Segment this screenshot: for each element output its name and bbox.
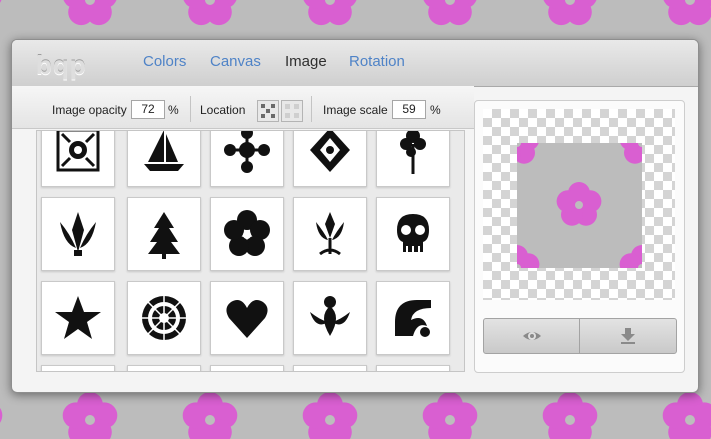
location-label: Location: [200, 103, 246, 117]
location-tile-button[interactable]: [281, 100, 303, 122]
download-icon: [621, 328, 635, 344]
image-tile[interactable]: [41, 131, 115, 187]
image-tile[interactable]: [127, 281, 201, 355]
pine-tree-icon: [148, 212, 180, 259]
eye-icon: [523, 332, 541, 340]
tab-canvas[interactable]: Canvas: [210, 53, 261, 70]
flower-icon: [224, 210, 270, 256]
image-tile[interactable]: [376, 281, 450, 355]
tab-image[interactable]: Image: [285, 53, 327, 70]
tile-pattern-icon: [285, 104, 299, 118]
snowflake-ornament-icon: [224, 131, 270, 173]
scale-label: Image scale: [323, 103, 388, 117]
preview-panel: [474, 100, 685, 373]
image-tile[interactable]: [376, 131, 450, 187]
tree-silhouette-icon: [400, 131, 426, 174]
opacity-unit: %: [168, 103, 179, 117]
image-tile[interactable]: [293, 365, 367, 371]
image-controls-bar: Image opacity 72 % Location Image scale …: [12, 86, 474, 129]
image-tile[interactable]: [127, 197, 201, 271]
grid-pattern-icon: [261, 104, 275, 118]
location-grid-button[interactable]: [257, 100, 279, 122]
scale-input[interactable]: 59: [392, 100, 426, 119]
image-tile[interactable]: [210, 281, 284, 355]
image-grid: [36, 130, 465, 372]
preview-canvas: [483, 109, 675, 300]
mandala-icon: [142, 296, 186, 340]
divider: [190, 96, 191, 122]
star-icon: [55, 296, 101, 339]
image-tile[interactable]: [376, 365, 450, 371]
preview-pattern: [517, 143, 642, 268]
heart-icon: [226, 300, 268, 338]
image-tile[interactable]: [41, 197, 115, 271]
image-tile[interactable]: [293, 281, 367, 355]
floral-ornament-icon: [310, 296, 350, 336]
tab-rotation[interactable]: Rotation: [349, 53, 405, 70]
image-tile[interactable]: [41, 281, 115, 355]
image-tile[interactable]: [127, 365, 201, 371]
fleur-plant-icon: [60, 212, 96, 256]
image-tile[interactable]: [293, 197, 367, 271]
swirl-ornament-icon: [395, 300, 431, 337]
image-tile[interactable]: [210, 365, 284, 371]
opacity-input[interactable]: 72: [131, 100, 165, 119]
preview-button[interactable]: [483, 318, 581, 354]
divider: [311, 96, 312, 122]
sailboat-icon: [144, 131, 184, 171]
image-tile[interactable]: [210, 197, 284, 271]
app-logo: bqp: [36, 50, 87, 80]
pattern-editor-window: bqp Colors Canvas Image Rotation Image o…: [11, 39, 699, 393]
image-tile[interactable]: [293, 131, 367, 187]
image-tile[interactable]: [210, 131, 284, 187]
scale-unit: %: [430, 103, 441, 117]
download-button[interactable]: [579, 318, 677, 354]
lily-ornament-icon: [316, 212, 344, 256]
image-tile[interactable]: [127, 131, 201, 187]
image-tile[interactable]: [376, 197, 450, 271]
tab-colors[interactable]: Colors: [143, 53, 186, 70]
opacity-label: Image opacity: [52, 103, 127, 117]
image-tile[interactable]: [41, 365, 115, 371]
ornament-tile-icon: [56, 131, 100, 172]
titlebar: bqp Colors Canvas Image Rotation: [12, 40, 698, 87]
damask-ornament-icon: [310, 131, 350, 172]
skull-icon: [397, 214, 429, 252]
